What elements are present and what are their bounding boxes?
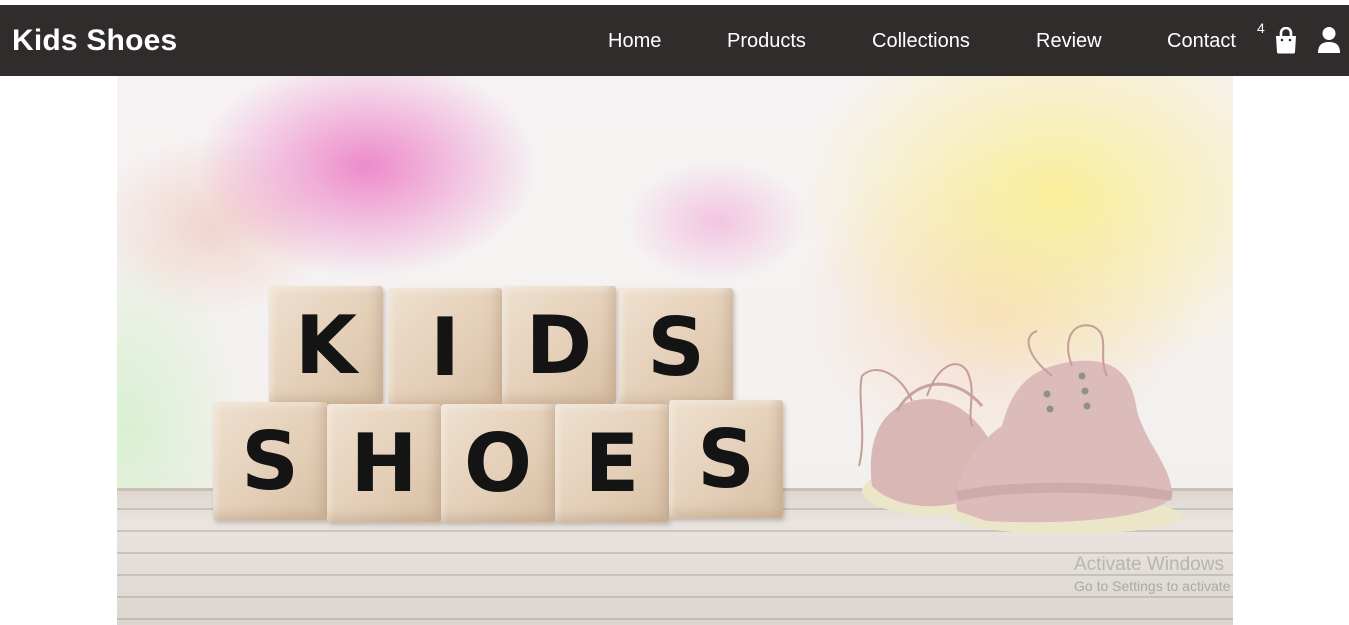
nav-home-link[interactable]: Home xyxy=(608,30,661,53)
activate-windows-title: Activate Windows xyxy=(1074,554,1224,575)
letter-block: D xyxy=(502,286,616,404)
user-icon[interactable] xyxy=(1317,26,1341,59)
navbar: Kids Shoes Home Products Collections Rev… xyxy=(0,5,1349,76)
letter-block: H xyxy=(327,404,441,522)
letter-block: O xyxy=(441,404,555,522)
nav-review-link[interactable]: Review xyxy=(1036,30,1102,53)
letter-block: I xyxy=(388,288,502,406)
letter-block: S xyxy=(213,402,327,520)
letter-block: E xyxy=(555,404,669,522)
shopping-bag-icon[interactable] xyxy=(1274,26,1298,59)
cart-count-badge: 4 xyxy=(1257,20,1265,36)
letter-block: K xyxy=(269,286,383,404)
nav-collections-link[interactable]: Collections xyxy=(872,30,970,53)
letter-block: S xyxy=(619,288,733,406)
baby-shoes-image xyxy=(858,324,1182,534)
brand-title[interactable]: Kids Shoes xyxy=(12,24,177,58)
letter-block: S xyxy=(669,400,783,518)
nav-contact-link[interactable]: Contact xyxy=(1167,30,1236,53)
activate-windows-subtitle: Go to Settings to activate Windows. xyxy=(1074,578,1233,594)
nav-products-link[interactable]: Products xyxy=(727,30,806,53)
hero-banner: K I D S S H O E S Activate Windows Go to… xyxy=(117,76,1233,625)
